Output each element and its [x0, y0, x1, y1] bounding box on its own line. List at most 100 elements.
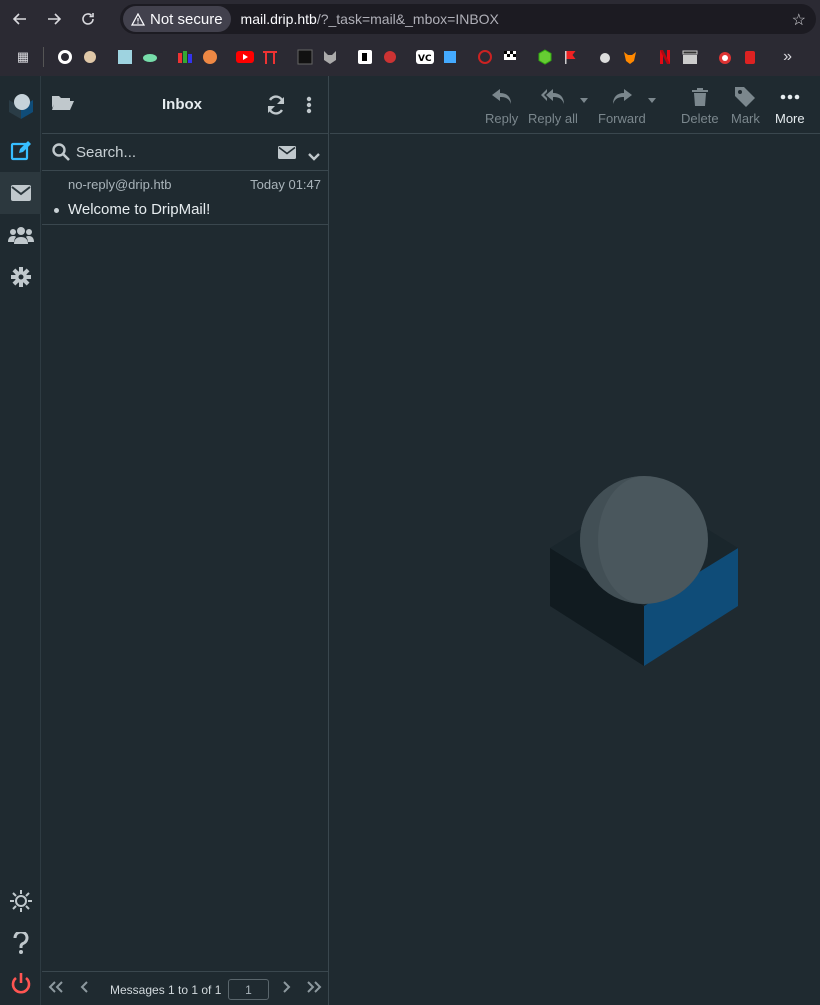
reply-button[interactable]: Reply [485, 84, 518, 126]
message-sender: no-reply@drip.htb [68, 177, 172, 192]
more-button[interactable]: More [775, 84, 805, 126]
envelope-icon [10, 185, 31, 201]
mark-button[interactable]: Mark [731, 84, 760, 126]
fox-icon[interactable] [619, 48, 641, 66]
delete-button[interactable]: Delete [681, 84, 719, 126]
next-page-button[interactable] [283, 980, 291, 997]
roundcube-cube-icon [550, 476, 738, 666]
bookmark-icon-9[interactable] [294, 48, 316, 66]
pagination-count: Messages 1 to 1 of 1 [110, 983, 222, 997]
list-options-button[interactable] [306, 96, 312, 119]
reply-all-icon [540, 89, 564, 104]
bookmark-icon-12[interactable] [379, 48, 401, 66]
app-logo[interactable] [0, 84, 41, 126]
sun-icon [9, 890, 32, 912]
bookmark-icon-5[interactable] [174, 48, 196, 66]
previous-page-button[interactable] [80, 980, 88, 997]
bookmark-icon-3[interactable] [114, 48, 136, 66]
search-bar [42, 134, 328, 171]
reply-all-button[interactable]: Reply all [528, 84, 578, 126]
torii-icon[interactable] [259, 48, 281, 66]
warning-icon [131, 12, 145, 26]
bookmarks-separator [43, 47, 44, 67]
chevron-left-icon [80, 981, 88, 993]
gear-icon [10, 267, 31, 287]
bookmark-icon-6[interactable] [199, 48, 221, 66]
message-list-header: Inbox [42, 76, 328, 134]
bookmark-icon-13[interactable]: VC [414, 48, 436, 66]
logout-button[interactable] [0, 963, 41, 1005]
bookmark-icon-19[interactable] [594, 48, 616, 66]
forward-button[interactable] [40, 5, 68, 33]
bookmark-icon-23[interactable] [714, 48, 736, 66]
back-arrow-icon [13, 13, 26, 25]
last-page-button[interactable] [306, 980, 322, 997]
compose-button[interactable] [0, 130, 41, 172]
bookmark-icon-4[interactable] [139, 48, 161, 66]
question-icon [12, 932, 28, 954]
reply-all-dropdown-caret-icon[interactable] [580, 98, 588, 103]
clapper-icon[interactable] [679, 48, 701, 66]
address-bar[interactable]: Not secure mail.drip.htb/?_task=mail&_mb… [120, 4, 816, 34]
security-label: Not secure [150, 10, 223, 28]
reply-all-label: Reply all [528, 111, 578, 126]
cube-icon[interactable] [534, 48, 556, 66]
reload-button[interactable] [74, 5, 102, 33]
forward-label: Forward [598, 111, 646, 126]
refresh-button[interactable] [266, 95, 286, 120]
pagination-bar: Messages 1 to 1 of 1 [42, 971, 329, 1005]
message-date: Today 01:47 [250, 177, 321, 192]
message-subject: Welcome to DripMail! [68, 201, 211, 218]
reply-label: Reply [485, 111, 519, 126]
flag-checkered-icon[interactable] [499, 48, 521, 66]
settings-nav-button[interactable] [0, 256, 41, 298]
users-icon [7, 227, 34, 244]
refresh-icon [267, 95, 285, 115]
message-row[interactable]: no-reply@drip.htb Today 01:47 Welcome to… [42, 171, 328, 225]
browser-toolbar: Not secure mail.drip.htb/?_task=mail&_mb… [0, 0, 820, 38]
bookmark-icon-14[interactable] [439, 48, 461, 66]
roundcube-logo-icon [8, 94, 33, 119]
search-scope-envelope-icon[interactable] [278, 146, 296, 164]
search-input[interactable] [76, 142, 266, 162]
delete-label: Delete [681, 111, 719, 126]
bookmark-star-icon[interactable]: ☆ [792, 10, 806, 30]
github-icon[interactable] [54, 48, 76, 66]
forward-message-button[interactable]: Forward [598, 84, 646, 126]
contacts-nav-button[interactable] [0, 214, 41, 256]
search-options-chevron-down-icon[interactable] [308, 148, 320, 166]
wolf-icon[interactable] [319, 48, 341, 66]
page-number-input[interactable] [228, 979, 269, 1000]
mark-label: Mark [731, 111, 760, 126]
bookmarks-overflow-icon[interactable]: » [783, 48, 792, 66]
youtube-icon[interactable] [234, 48, 256, 66]
unread-indicator-icon [54, 208, 59, 213]
double-chevron-right-icon [307, 981, 322, 993]
message-toolbar: Reply Reply all Forward Delete Mark More [330, 76, 820, 134]
bookmark-icon-11[interactable] [354, 48, 376, 66]
message-view-panel: Reply Reply all Forward Delete Mark More [330, 76, 820, 1005]
webmail-app: Inbox no-reply@drip.htb Today 01:47 [0, 76, 820, 1005]
horizontal-dots-icon [780, 94, 800, 100]
double-chevron-left-icon [48, 981, 63, 993]
trash-icon [691, 88, 708, 106]
theme-toggle-button[interactable] [0, 880, 41, 922]
bookmarks-bar: ▦ VC » [0, 38, 820, 76]
search-icon[interactable] [52, 143, 70, 166]
help-button[interactable] [0, 922, 41, 964]
first-page-button[interactable] [48, 980, 64, 997]
forward-icon [612, 89, 632, 104]
avatar-bookmark-icon[interactable] [79, 48, 101, 66]
security-indicator[interactable]: Not secure [123, 6, 231, 32]
netflix-icon[interactable] [654, 48, 676, 66]
mail-nav-button[interactable] [0, 172, 41, 214]
bookmark-icon-24[interactable] [739, 48, 761, 66]
url-text: mail.drip.htb/?_task=mail&_mbox=INBOX [240, 11, 499, 27]
back-button[interactable] [6, 5, 34, 33]
apps-grid-icon[interactable]: ▦ [12, 48, 34, 66]
red-flag-icon[interactable] [559, 48, 581, 66]
reload-icon [82, 13, 94, 25]
message-list-panel: Inbox no-reply@drip.htb Today 01:47 [42, 76, 329, 1005]
bookmark-icon-15[interactable] [474, 48, 496, 66]
forward-dropdown-caret-icon[interactable] [648, 98, 656, 103]
